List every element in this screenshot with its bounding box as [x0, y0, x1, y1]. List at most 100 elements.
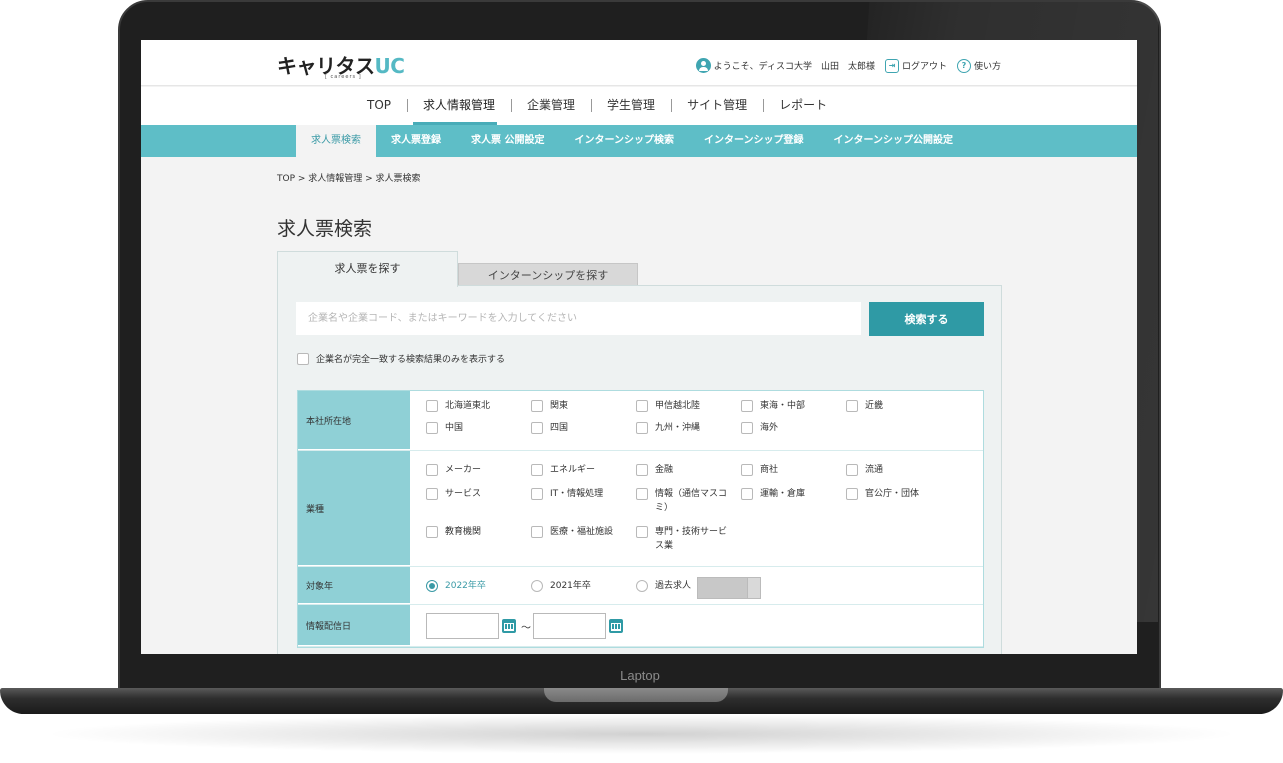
exact-match-option[interactable]: 企業名が完全一致する検索結果のみを表示する [297, 352, 505, 365]
main-nav-site[interactable]: サイト管理 [671, 87, 763, 125]
option-year-past[interactable]: 過去求人 [636, 579, 691, 593]
option-industry[interactable]: サービス [426, 487, 531, 515]
sub-nav-job-register[interactable]: 求人票登録 [376, 125, 456, 157]
checkbox[interactable] [846, 400, 858, 412]
option-industry[interactable]: エネルギー [531, 463, 636, 477]
option-industry[interactable]: メーカー [426, 463, 531, 477]
help-link[interactable]: 使い方 [974, 59, 1001, 72]
option-region[interactable]: 九州・沖縄 [636, 421, 741, 435]
checkbox[interactable] [426, 488, 438, 500]
checkbox[interactable] [531, 526, 543, 538]
app-screen: キャリタスUC [ careers ] ようこそ、ディスコ大学 山田 太郎様 ⇥… [141, 40, 1137, 654]
checkbox[interactable] [741, 464, 753, 476]
option-industry[interactable]: 教育機関 [426, 525, 531, 553]
option-label: 過去求人 [655, 581, 692, 591]
date-separator: ～ [521, 622, 531, 634]
sub-nav-intern-search[interactable]: インターンシップ検索 [559, 125, 689, 157]
past-year-select[interactable] [697, 576, 762, 599]
option-industry[interactable]: 医療・福祉施設 [531, 525, 636, 553]
option-year-2022[interactable]: 2022年卒 [426, 579, 531, 593]
sub-nav-job-publish[interactable]: 求人票 公開設定 [456, 125, 559, 157]
calendar-icon[interactable] [502, 619, 516, 633]
checkbox[interactable] [846, 464, 858, 476]
tab-job-search[interactable]: 求人票を探す [277, 251, 458, 287]
radio[interactable] [531, 580, 543, 592]
option-label: 2022年卒 [445, 581, 486, 591]
option-industry[interactable]: 専門・技術サービス業 [636, 525, 741, 553]
checkbox[interactable] [531, 488, 543, 500]
checkbox[interactable] [426, 422, 438, 434]
option-region[interactable]: 北海道東北 [426, 399, 531, 413]
checkbox[interactable] [636, 488, 648, 500]
option-label: 官公庁・団体 [865, 489, 920, 499]
checkbox[interactable] [636, 464, 648, 476]
filter-options-region: 北海道東北 関東 甲信越北陸 東海・中部 近畿 中国 四国 九州・沖縄 海外 [410, 391, 983, 450]
main-nav-job-info[interactable]: 求人情報管理 [407, 87, 511, 125]
option-region[interactable]: 東海・中部 [741, 399, 846, 413]
search-input[interactable] [296, 302, 861, 335]
checkbox[interactable] [741, 400, 753, 412]
option-industry[interactable]: 官公庁・団体 [846, 487, 951, 515]
main-nav-company[interactable]: 企業管理 [511, 87, 591, 125]
checkbox[interactable] [846, 488, 858, 500]
checkbox[interactable] [426, 526, 438, 538]
checkbox[interactable] [741, 488, 753, 500]
option-label: 専門・技術サービス業 [655, 527, 728, 551]
logout-link[interactable]: ログアウト [902, 59, 947, 72]
checkbox[interactable] [741, 422, 753, 434]
main-nav-top[interactable]: TOP [351, 87, 407, 125]
option-industry[interactable]: 商社 [741, 463, 846, 477]
sub-nav-intern-publish[interactable]: インターンシップ公開設定 [818, 125, 968, 157]
option-label: 中国 [445, 423, 464, 433]
site-header: キャリタスUC [ careers ] ようこそ、ディスコ大学 山田 太郎様 ⇥… [141, 40, 1137, 86]
option-region[interactable]: 中国 [426, 421, 531, 435]
option-label: 情報（通信マスコミ） [655, 489, 728, 513]
option-industry[interactable]: 情報（通信マスコミ） [636, 487, 741, 515]
main-nav-student[interactable]: 学生管理 [591, 87, 671, 125]
checkbox[interactable] [531, 422, 543, 434]
option-label: 九州・沖縄 [655, 423, 701, 433]
checkbox[interactable] [636, 526, 648, 538]
welcome-text: ようこそ、ディスコ大学 山田 太郎様 [713, 62, 875, 72]
date-from-input[interactable] [426, 613, 499, 639]
option-industry[interactable]: 運輸・倉庫 [741, 487, 846, 515]
laptop-label: Laptop [620, 668, 660, 683]
search-button[interactable]: 検索する [869, 302, 984, 336]
option-label: 流通 [865, 465, 884, 475]
calendar-icon[interactable] [609, 619, 623, 633]
option-region[interactable]: 近畿 [846, 399, 951, 413]
option-region[interactable]: 海外 [741, 421, 846, 435]
option-industry[interactable]: IT・情報処理 [531, 487, 636, 515]
search-panel: 検索する 企業名が完全一致する検索結果のみを表示する 本社所在地 北海道東北 関… [277, 285, 1002, 654]
exact-match-checkbox[interactable] [297, 352, 309, 365]
option-label: IT・情報処理 [550, 489, 604, 499]
option-label: 関東 [550, 401, 569, 411]
sub-nav-job-search[interactable]: 求人票検索 [296, 125, 376, 157]
option-industry[interactable]: 流通 [846, 463, 951, 477]
checkbox[interactable] [636, 422, 648, 434]
date-to-input[interactable] [533, 613, 606, 639]
sub-nav-intern-register[interactable]: インターンシップ登録 [689, 125, 819, 157]
checkbox[interactable] [636, 400, 648, 412]
radio[interactable] [636, 580, 648, 592]
option-industry[interactable]: 金融 [636, 463, 741, 477]
logout-icon[interactable]: ⇥ [884, 58, 899, 73]
option-region[interactable]: 関東 [531, 399, 636, 413]
checkbox[interactable] [531, 464, 543, 476]
option-region[interactable]: 甲信越北陸 [636, 399, 741, 413]
radio-checked[interactable] [426, 580, 438, 592]
checkbox[interactable] [531, 400, 543, 412]
filter-options-year: 2022年卒 2021年卒 過去求人 [410, 567, 983, 604]
option-year-2021[interactable]: 2021年卒 [531, 579, 636, 593]
option-region[interactable]: 四国 [531, 421, 636, 435]
checkbox[interactable] [426, 400, 438, 412]
filter-row-industry: 業種 メーカー エネルギー 金融 商社 流通 サービス IT・情報処理 情報（通… [298, 451, 983, 567]
laptop-shadow [40, 714, 1243, 754]
logo-sub: [ careers ] [325, 74, 362, 80]
option-label: 東海・中部 [760, 401, 806, 411]
main-nav-report[interactable]: レポート [763, 87, 843, 125]
option-label: 北海道東北 [445, 401, 491, 411]
help-icon[interactable]: ? [956, 58, 971, 73]
tab-intern-search[interactable]: インターンシップを探す [458, 263, 638, 286]
checkbox[interactable] [426, 464, 438, 476]
